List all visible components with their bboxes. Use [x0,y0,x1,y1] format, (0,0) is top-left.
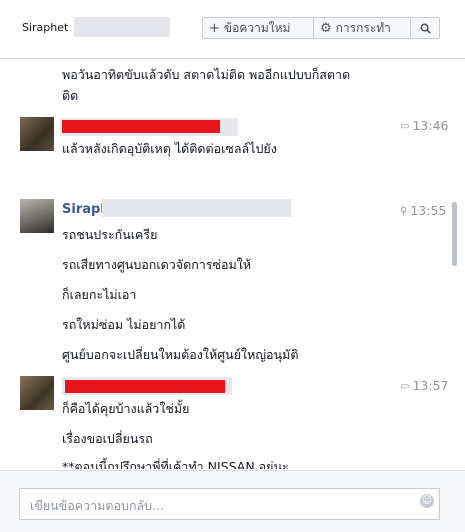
redacted-name-block [102,199,291,217]
actions-label: การกระทำ [335,20,391,35]
chat-bubble-icon: ▭ [400,381,410,392]
avatar[interactable] [20,199,54,233]
message-line: รถเสียทางศูนบอกเดวจัดการซ่อมให้ [62,257,252,272]
message-line: รถใหม่ซ่อม ไม่อยากได้ [62,317,186,332]
contact-name[interactable]: Siraphet [22,21,68,34]
message-timestamp: ▭ 13:57 [400,378,449,393]
message-line: พอวันอาทิตขับแล้วดับ สตาดไม่ติด พออีกแปบ… [62,67,351,82]
conversation-header: Siraphet + ข้อความใหม่ ⚙ การกระทำ [0,0,465,59]
message-timestamp: ▭ 13:46 [400,118,449,133]
new-message-button[interactable]: + ข้อความใหม่ [202,17,314,39]
message-line: แล้วหลังเกิดอุบัติเหตุ ได้ติดต่อเซลล์ไปย… [62,141,277,156]
gear-icon: ⚙ [320,20,332,36]
message-line: ก็คือได้คุยบ้างแล้วใช่มั้ย [62,401,190,416]
reply-input[interactable]: เขียนข้อความตอบกลับ... [19,488,440,520]
plus-icon: + [209,20,220,36]
search-button[interactable] [410,17,440,39]
search-icon [420,23,431,34]
message-line: ก็เลยกะไม่เอา [62,287,137,302]
message-line: ศูนย์บอกจะเปลี่ยนใหมต้องให้ศูนย์ใหญ่อนุม… [62,347,299,362]
redacted-name-block [74,17,170,37]
message-line: เรื่องขอเปลี่ยนรถ [62,431,153,446]
message-timestamp: ⚲ 13:55 [400,203,447,218]
message-line: ติด [62,88,79,103]
avatar[interactable] [20,117,54,151]
redaction-bar [62,120,220,133]
message-line: รถชนประกันเครีย [62,227,158,242]
message-thread[interactable]: พอวันอาทิตขับแล้วดับ สตาดไม่ติด พออีกแปบ… [0,59,465,469]
location-pin-icon: ⚲ [400,206,408,217]
actions-button[interactable]: ⚙ การกระทำ [313,17,411,39]
emoji-icon[interactable]: ☺ [420,494,434,508]
new-message-label: ข้อความใหม่ [223,20,291,35]
chat-bubble-icon: ▭ [400,121,410,132]
thread-scrollbar[interactable] [452,202,457,266]
reply-composer: เขียนข้อความตอบกลับ... ☺ [0,470,465,532]
avatar[interactable] [20,376,54,410]
redaction-bar [65,380,225,393]
message-line: **ตอนนี้กูปรึกษาพี่ที่เค้าทำ NISSAN อยู่… [62,459,289,469]
